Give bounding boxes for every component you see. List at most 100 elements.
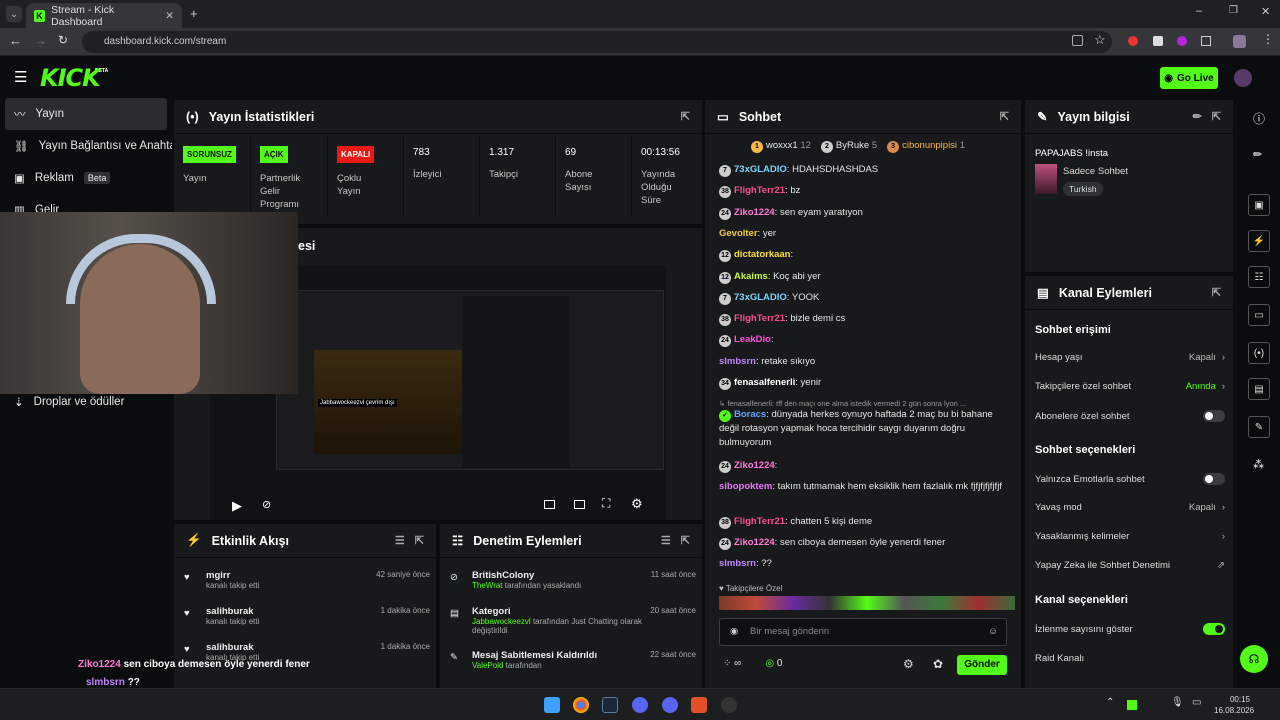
lightning-icon[interactable]: ⚡	[1248, 230, 1270, 252]
emote-only-toggle[interactable]	[1203, 473, 1225, 485]
row-value: Kapalı	[1188, 352, 1216, 363]
tray-chevron-icon[interactable]: ⌃	[1106, 697, 1114, 708]
windows-start-icon[interactable]	[544, 697, 560, 713]
tab-list-icon[interactable]: ⌄	[6, 6, 22, 22]
minimize-icon[interactable]: –	[1196, 5, 1202, 17]
popout-icon[interactable]: ⇱	[681, 110, 690, 123]
chrome-icon[interactable]	[573, 697, 589, 713]
puzzle-icon[interactable]	[1201, 36, 1211, 46]
channel-points[interactable]: ⁘ ∞ ◎ 0	[723, 658, 782, 669]
chat-user[interactable]: Boracs	[734, 409, 766, 420]
new-tab-icon[interactable]: +	[190, 6, 198, 21]
maximize-icon[interactable]: ❐	[1229, 5, 1238, 16]
fullscreen-icon[interactable]: ⛶	[602, 496, 610, 511]
emoji-icon[interactable]: ☺	[988, 619, 998, 645]
clock[interactable]: 00:15 16.08.2026	[1214, 694, 1254, 716]
avatar[interactable]	[1234, 69, 1252, 87]
extension-icon[interactable]	[1128, 36, 1138, 46]
chat-user[interactable]: dictatorkaan	[734, 249, 791, 260]
reload-icon[interactable]: ↻	[58, 33, 68, 47]
level-badge: 7	[719, 293, 731, 305]
chat-user[interactable]: slmbsrn	[719, 356, 756, 367]
theater-icon[interactable]	[574, 500, 585, 509]
extension-icon[interactable]	[1177, 36, 1187, 46]
chat-user[interactable]: 73xGLADIO	[734, 164, 787, 175]
chat-mod-icon[interactable]: ✿	[933, 657, 943, 671]
chat-user[interactable]: Ziko1224	[734, 460, 775, 471]
info-icon[interactable]: ⓘ	[1253, 110, 1265, 127]
popout-icon[interactable]: ⇱	[1212, 286, 1221, 299]
chat-user[interactable]: slmbsrn	[719, 558, 756, 569]
banned-words-row[interactable]: Yasaklanmış kelimeler ›	[1035, 531, 1225, 542]
followers-chat-row[interactable]: Takipçilere özel sohbet Anında ›	[1035, 381, 1225, 392]
support-button[interactable]: ☊	[1240, 645, 1268, 673]
menu-icon[interactable]: ☰	[14, 68, 27, 86]
list-icon[interactable]: ☷	[1248, 266, 1270, 288]
chat-user[interactable]: fenasalfenerli	[734, 377, 795, 388]
profile-avatar-icon[interactable]	[1233, 35, 1246, 48]
slow-mode-row[interactable]: Yavaş mod Kapalı ›	[1035, 502, 1225, 513]
sidebar-item-stream[interactable]: 〰 Yayın	[5, 98, 167, 130]
popout-icon[interactable]: ⇱	[681, 534, 690, 547]
tray-network-icon[interactable]: ▭	[1192, 697, 1201, 708]
chat-user[interactable]: FlighTerr21	[734, 313, 785, 324]
chat-user[interactable]: Ziko1224	[734, 537, 775, 548]
subs-chat-toggle[interactable]	[1203, 410, 1225, 422]
app-icon[interactable]	[721, 697, 737, 713]
go-live-button[interactable]: ◉ Go Live	[1160, 67, 1218, 89]
extension-icon[interactable]	[1153, 36, 1163, 46]
popout-icon[interactable]: ⇱	[415, 534, 424, 547]
sidebar-item-stream-key[interactable]: ⛓ Yayın Bağlantısı ve Anahtar	[0, 130, 172, 162]
apps-icon[interactable]: ⁂	[1253, 458, 1264, 471]
bookmark-star-icon[interactable]: ☆	[1094, 32, 1106, 48]
chat-user[interactable]: Gevolter	[719, 228, 758, 239]
wrench-icon[interactable]: ✎	[1248, 416, 1270, 438]
browser-menu-icon[interactable]: ⋮	[1262, 32, 1274, 46]
shield-icon[interactable]	[691, 697, 707, 713]
chat-user[interactable]: 73xGLADIO	[734, 292, 787, 303]
discord-icon[interactable]	[662, 697, 678, 713]
chat-user[interactable]: sibopoktem	[719, 481, 772, 492]
pip-icon[interactable]	[544, 500, 555, 509]
close-tab-icon[interactable]: ✕	[165, 10, 174, 22]
chat-settings-icon[interactable]: ⚙	[903, 657, 914, 671]
filter-icon[interactable]: ☰	[395, 534, 405, 547]
sidebar-item-ads[interactable]: ▣ Reklam Beta	[0, 162, 172, 194]
chat-user[interactable]: FlighTerr21	[734, 185, 785, 196]
filter-icon[interactable]: ☰	[661, 534, 671, 547]
tray-mic-icon[interactable]: 🎙	[1171, 697, 1184, 708]
back-icon[interactable]: ←	[9, 33, 22, 48]
chat-user[interactable]: LeakDio	[734, 334, 771, 345]
chat-user[interactable]: Akaims	[734, 271, 768, 282]
close-window-icon[interactable]: ✕	[1261, 5, 1270, 18]
popout-icon[interactable]: ⇱	[1212, 110, 1221, 123]
discord-icon[interactable]	[632, 697, 648, 713]
chat-user[interactable]: FlighTerr21	[734, 516, 785, 527]
settings-icon[interactable]: ⚙	[631, 496, 643, 512]
pencil-icon[interactable]: ✏	[1253, 148, 1262, 161]
panel-toggle-icon[interactable]: ▣	[1248, 194, 1270, 216]
steam-icon[interactable]	[602, 697, 618, 713]
url-field[interactable]: dashboard.kick.com/stream	[82, 31, 1112, 53]
kick-logo[interactable]: KICK	[40, 64, 101, 92]
emote-bar[interactable]	[719, 596, 1015, 610]
send-button[interactable]: Gönder	[957, 655, 1007, 675]
channel-icon[interactable]: ▤	[1248, 378, 1270, 400]
raid-row[interactable]: Raid Kanalı	[1035, 653, 1225, 664]
chat-input[interactable]: ◉ Bir mesaj gönderin ☺	[719, 618, 1007, 646]
play-icon[interactable]: ▶	[232, 498, 242, 514]
edit-icon[interactable]: ✏	[1193, 110, 1202, 123]
ai-moderation-row[interactable]: Yapay Zeka ile Sohbet Denetimi ⇗	[1035, 560, 1225, 571]
translate-icon[interactable]	[1072, 35, 1083, 46]
chat-user[interactable]: Ziko1224	[734, 207, 775, 218]
mute-icon[interactable]: ⊘	[262, 498, 271, 511]
viewer-count-toggle[interactable]	[1203, 623, 1225, 635]
popout-icon[interactable]: ⇱	[1000, 110, 1009, 123]
forward-icon[interactable]: →	[34, 33, 47, 48]
category-name[interactable]: Sadece Sohbet	[1063, 166, 1128, 177]
account-age-row[interactable]: Hesap yaşı Kapalı ›	[1035, 352, 1225, 363]
chat-icon[interactable]: ▭	[1248, 304, 1270, 326]
browser-tab[interactable]: K Stream - Kick Dashboard ✕	[26, 3, 182, 28]
stream-icon[interactable]: (•)	[1248, 342, 1270, 364]
tray-app-icon[interactable]	[1127, 700, 1137, 710]
